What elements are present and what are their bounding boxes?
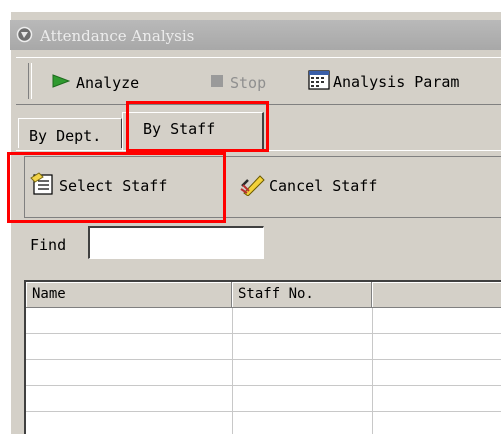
highlight-box-tab	[126, 101, 269, 152]
cancel-pen-icon	[240, 172, 266, 200]
table-cell[interactable]	[232, 386, 373, 411]
stop-label: Stop	[230, 74, 267, 92]
window-title: Attendance Analysis	[40, 27, 195, 45]
stop-button[interactable]: Stop	[210, 72, 266, 94]
table-cell[interactable]	[26, 334, 233, 359]
table-row[interactable]	[26, 386, 501, 412]
table-row[interactable]	[26, 308, 501, 334]
staff-grid[interactable]: Name Staff No.	[24, 280, 501, 434]
find-input[interactable]	[88, 226, 264, 259]
column-header-name[interactable]: Name	[26, 282, 232, 308]
table-cell[interactable]	[232, 334, 373, 359]
column-header-filler	[372, 282, 501, 308]
table-cell[interactable]	[232, 412, 373, 434]
tab-by-dept-label: By Dept.	[29, 127, 102, 145]
analyze-button[interactable]: Analyze	[52, 72, 139, 94]
table-cell[interactable]	[232, 308, 373, 333]
table-cell[interactable]	[26, 360, 233, 385]
cancel-staff-button[interactable]: Cancel Staff	[240, 173, 377, 199]
toolbar-grip[interactable]	[28, 63, 32, 99]
table-row[interactable]	[26, 360, 501, 386]
cancel-staff-label: Cancel Staff	[269, 177, 378, 195]
play-arrow-icon	[52, 74, 71, 92]
calendar-grid-icon	[308, 70, 330, 94]
table-cell[interactable]	[232, 360, 373, 385]
table-row[interactable]	[26, 334, 501, 360]
highlight-box-select-staff	[7, 152, 226, 223]
analyze-label: Analyze	[76, 74, 140, 92]
analysis-params-button[interactable]: Analysis Param	[308, 70, 459, 94]
table-cell[interactable]	[26, 412, 233, 434]
table-row[interactable]	[26, 412, 501, 434]
tab-by-dept[interactable]: By Dept.	[18, 118, 122, 148]
column-header-staff-no[interactable]: Staff No.	[232, 282, 372, 308]
table-cell[interactable]	[26, 308, 233, 333]
table-cell[interactable]	[26, 386, 233, 411]
analysis-params-label: Analysis Param	[333, 73, 460, 91]
stop-square-icon	[210, 74, 224, 92]
app-icon	[16, 26, 33, 43]
find-label: Find	[30, 236, 67, 254]
